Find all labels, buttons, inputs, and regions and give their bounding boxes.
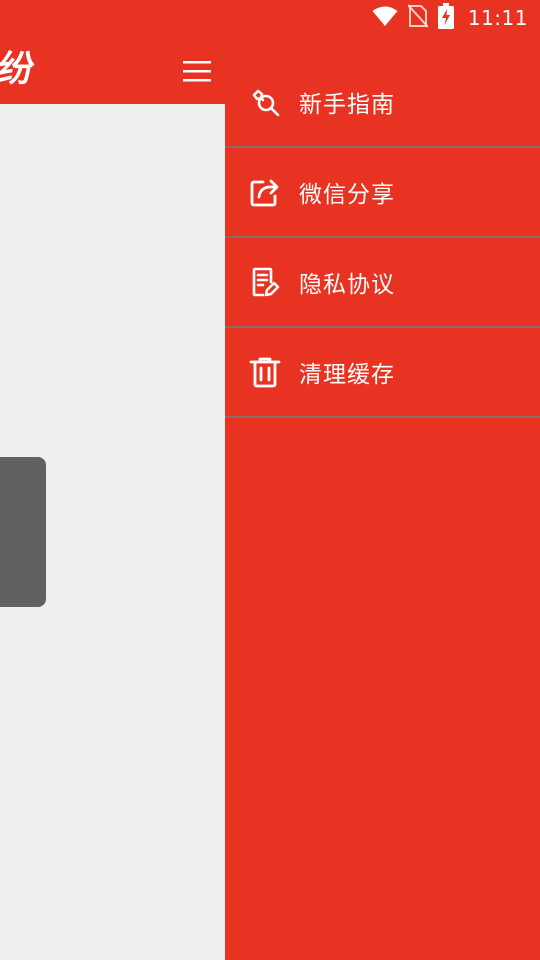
drawer-item-guide[interactable]: 新手指南 [225, 58, 540, 148]
drawer-item-label: 隐私协议 [299, 272, 395, 298]
drawer-item-label: 微信分享 [299, 182, 395, 208]
share-icon [249, 176, 281, 208]
status-bar: 11:11 [0, 0, 540, 36]
status-icons: 11:11 [372, 3, 528, 33]
navigation-drawer: 新手指南 微信分享 隐私协议 清理缓存 [225, 58, 540, 960]
app-screen: 11:11 纷 新手指南 微信分享 隐私协议 清理缓存 [0, 0, 540, 960]
main-content [0, 104, 225, 960]
wifi-icon [372, 5, 398, 31]
drawer-item-label: 新手指南 [299, 92, 395, 118]
drawer-item-label: 清理缓存 [299, 362, 395, 388]
wrench-search-icon [249, 86, 281, 118]
document-edit-icon [249, 266, 281, 298]
no-sim-icon [407, 4, 429, 32]
battery-charging-icon [437, 3, 454, 33]
drawer-item-wechat-share[interactable]: 微信分享 [225, 148, 540, 238]
drawer-item-privacy-policy[interactable]: 隐私协议 [225, 238, 540, 328]
hamburger-menu-icon[interactable] [182, 58, 212, 84]
trash-icon [249, 356, 281, 388]
floating-side-tab[interactable] [0, 457, 46, 607]
app-logo: 纷 [0, 49, 37, 90]
drawer-item-clear-cache[interactable]: 清理缓存 [225, 328, 540, 418]
status-time: 11:11 [467, 6, 528, 30]
app-header: 纷 [0, 36, 225, 104]
